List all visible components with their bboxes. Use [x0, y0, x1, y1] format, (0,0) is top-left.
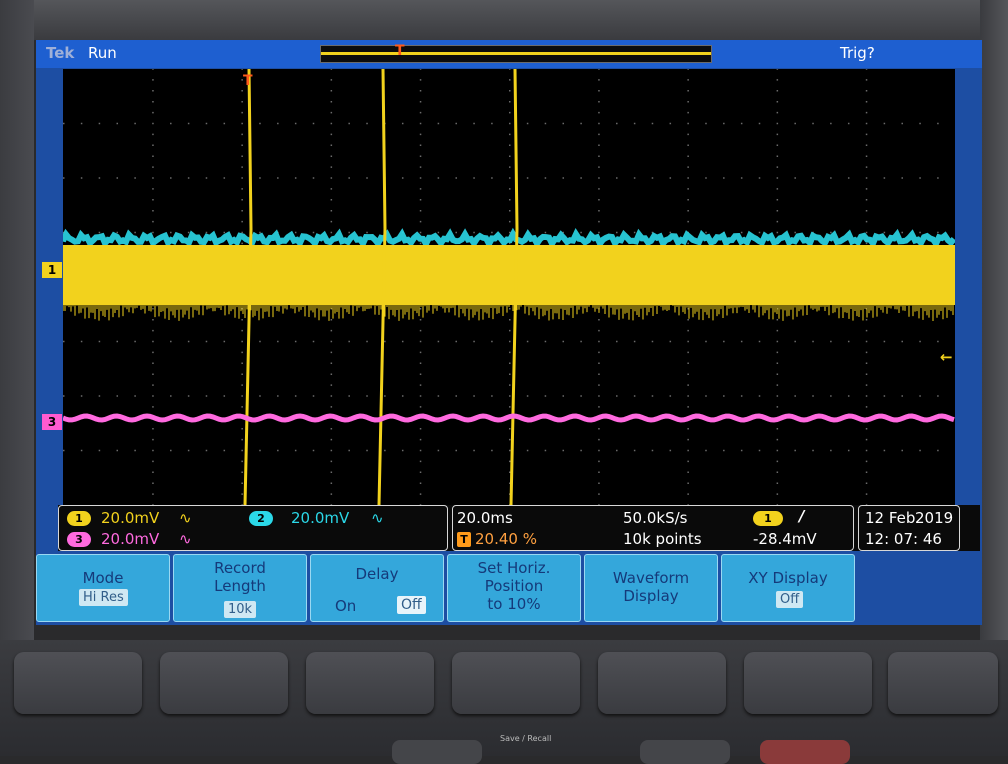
xy-display-value: Off [776, 591, 804, 608]
bottom-menu: Mode Hi Res Record Length 10k Delay On O… [36, 551, 982, 625]
datetime-box: 12 Feb 2019 12: 07: 46 [858, 505, 960, 551]
trigger-position-value: 20.40 % [475, 530, 537, 548]
ch3-scale: 20.0mV [101, 530, 160, 548]
ch3-trace [63, 413, 955, 423]
set-horiz-position-button[interactable]: Set Horiz. Position to 10% [447, 554, 581, 622]
trigger-level-value: -28.4mV [753, 530, 817, 548]
delay-button[interactable]: Delay On Off [310, 554, 444, 622]
date-year: 2019 [915, 509, 954, 527]
record-length-readout: 10k points [623, 530, 702, 548]
trigger-position-badge: T [457, 532, 471, 547]
bezel-button-4[interactable] [452, 652, 580, 714]
time-of-day: 12: 07: 46 [865, 530, 942, 548]
channel-readout-box: 1 20.0mV ∿ 2 20.0mV ∿ 3 20.0mV ∿ [58, 505, 448, 551]
xy-display-button[interactable]: XY Display Off [721, 554, 855, 622]
acquisition-status: Run [88, 44, 117, 62]
trigger-status: Trig? [840, 44, 875, 62]
ch2-trace [63, 227, 955, 251]
bezel-button-7[interactable] [888, 652, 998, 714]
record-view-bar [321, 52, 711, 55]
bezel-button-5[interactable] [598, 652, 726, 714]
oscilloscope-screen: Tek Run T Trig? T 1 3 ← 1 20.0mV ∿ 2 20.… [36, 40, 982, 625]
ch2-badge: 2 [249, 511, 273, 526]
bezel-button-2[interactable] [160, 652, 288, 714]
trigger-slope-icon: / [799, 507, 805, 525]
waveform-display-button[interactable]: Waveform Display [584, 554, 718, 622]
timebase-readout-box: 20.0ms T 20.40 % 50.0kS/s 10k points 1 /… [452, 505, 854, 551]
status-bar: Tek Run T Trig? [36, 40, 982, 68]
trigger-level-arrow-icon[interactable]: ← [940, 348, 953, 366]
mode-label: Mode [82, 569, 124, 587]
ch1-scale: 20.0mV [101, 509, 160, 527]
brand-logo: Tek [46, 44, 75, 62]
ch1-coupling-icon: ∿ [179, 509, 192, 527]
bezel-right [980, 0, 1008, 640]
save-recall-label: Save / Recall [500, 734, 552, 743]
record-length-button[interactable]: Record Length 10k [173, 554, 307, 622]
mode-value: Hi Res [79, 589, 128, 606]
ch1-trace-band [63, 245, 955, 305]
ch3-ground-marker-icon[interactable]: 3 [42, 414, 62, 430]
bezel-left [0, 0, 34, 640]
delay-label: Delay [355, 565, 399, 583]
sample-rate: 50.0kS/s [623, 509, 688, 527]
ch1-badge: 1 [67, 511, 91, 526]
ch1-ground-marker-icon[interactable]: 1 [42, 262, 62, 278]
waveform-graticule: T [63, 69, 955, 505]
horizontal-scale: 20.0ms [457, 509, 513, 527]
bezel-button-6[interactable] [744, 652, 872, 714]
xy-display-label: XY Display [748, 569, 828, 587]
trigger-point-icon: T [243, 73, 253, 89]
record-length-value: 10k [224, 601, 257, 618]
ch3-badge: 3 [67, 532, 91, 547]
record-view-window: T [320, 43, 712, 63]
bezel-top [0, 0, 1008, 40]
bezel-button-1[interactable] [14, 652, 142, 714]
bezel-button-3[interactable] [306, 652, 434, 714]
delay-option-off: Off [397, 596, 426, 614]
date-day-month: 12 Feb [865, 509, 916, 527]
trigger-position-marker-icon: T [395, 43, 405, 59]
panel-button-a[interactable] [392, 740, 482, 764]
panel-button-b[interactable] [640, 740, 730, 764]
panel-button-c[interactable] [760, 740, 850, 764]
record-length-label: Record Length [214, 559, 266, 595]
ch3-coupling-icon: ∿ [179, 530, 192, 548]
readout-area: 1 20.0mV ∿ 2 20.0mV ∿ 3 20.0mV ∿ 20.0ms … [58, 505, 980, 551]
ch2-coupling-icon: ∿ [371, 509, 384, 527]
trigger-source-badge: 1 [753, 511, 783, 526]
ch1-trace-noise [63, 299, 955, 321]
front-panel: Save / Recall [0, 640, 1008, 764]
waveform-display-label: Waveform Display [612, 569, 690, 605]
set-horiz-position-label: Set Horiz. Position to 10% [477, 559, 551, 613]
ch2-scale: 20.0mV [291, 509, 350, 527]
waveform-display: T [63, 69, 955, 505]
delay-option-on: On [335, 597, 357, 615]
mode-button[interactable]: Mode Hi Res [36, 554, 170, 622]
